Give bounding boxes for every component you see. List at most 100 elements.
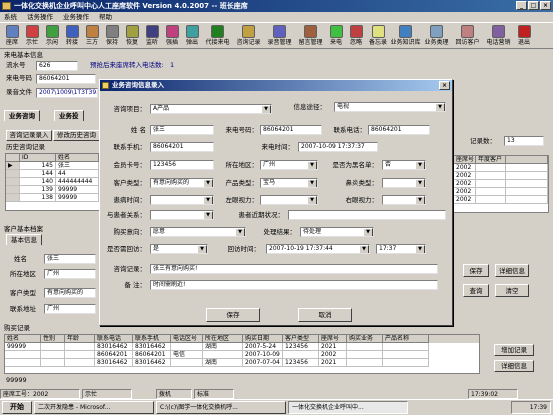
cust-type-field[interactable]: 有意向购买的 <box>44 288 96 298</box>
table-row[interactable]: 2002 <box>454 164 548 172</box>
start-button[interactable]: 开始 <box>2 401 32 414</box>
toolbar-idle-button[interactable]: 示闲 <box>42 23 62 50</box>
toolbar-barge-button[interactable]: 强插 <box>162 23 182 50</box>
menu-call-ops[interactable]: 话务操作 <box>27 12 53 22</box>
cust-address-field[interactable]: 广州 <box>44 304 96 314</box>
cust-type-select[interactable]: 有意向购买的 <box>150 178 214 188</box>
result-select[interactable]: 待处理 <box>300 227 374 237</box>
table-row[interactable]: 139 99999 <box>6 186 99 194</box>
toolbar-revisit-button[interactable]: 回访客户 <box>452 23 483 50</box>
taskbar-item-explorer[interactable]: C:\(c)\图学一体化交换机呼... <box>156 401 286 414</box>
revisit-select[interactable]: 是 <box>150 244 208 254</box>
table-row[interactable]: ▶ 145 张三 <box>6 162 99 170</box>
relation-select[interactable] <box>150 210 214 220</box>
dialog-close-button[interactable]: × <box>439 81 450 90</box>
toolbar-message-button[interactable]: 留言管理 <box>295 23 326 50</box>
toolbar-monitor-button[interactable]: 监听 <box>142 23 162 50</box>
toolbar-knowledge-button[interactable]: 业务知识库 <box>390 23 421 50</box>
illness-select[interactable] <box>150 195 214 205</box>
toolbar-incoming-button[interactable]: 来电 <box>326 23 346 50</box>
tab-business-consult[interactable]: 业务咨询 <box>4 110 40 121</box>
toolbar-recording-button[interactable]: 录音管理 <box>264 23 295 50</box>
toolbar-consult-record-button[interactable]: 咨询记录 <box>233 23 264 50</box>
toolbar-ignore-button[interactable]: 忽略 <box>346 23 366 50</box>
consult-item-select[interactable]: A产品 <box>150 104 272 114</box>
query-button[interactable]: 查询 <box>463 284 489 297</box>
purchase-detail-button[interactable]: 详细信息 <box>494 360 534 372</box>
product-type-label: 产品类型： <box>225 179 259 187</box>
right-eye-select[interactable] <box>382 195 426 205</box>
region-select[interactable]: 广州 <box>260 160 318 170</box>
close-button[interactable]: × <box>540 1 551 10</box>
note-input[interactable]: 时间需刷近! <box>150 280 438 290</box>
blacklist-select[interactable]: 否 <box>382 160 426 170</box>
cust-region-field[interactable]: 广州 <box>44 269 96 279</box>
intent-select[interactable]: 愿意 <box>150 227 246 237</box>
purchase-grid[interactable]: 姓名 性别 年龄 联系电话 联系手机 电话区号 所在地区 购买日期 客户类型 座席号 购买业务 产品名… <box>4 334 480 374</box>
table-row[interactable]: 140 444444444 <box>6 178 99 186</box>
toolbar-hold-button[interactable]: 保持 <box>102 23 122 50</box>
rhinitis-select[interactable] <box>382 178 426 188</box>
left-eye-select[interactable] <box>260 195 318 205</box>
tab-business-complaint[interactable]: 业务投 <box>54 110 84 121</box>
record-file-field[interactable]: 2007\1009\1T3T39.02\ <box>36 88 98 98</box>
menu-help[interactable]: 帮助 <box>99 12 112 22</box>
product-type-select[interactable]: 宝马 <box>260 178 318 188</box>
member-input[interactable]: 123456 <box>150 160 214 170</box>
recent-input[interactable] <box>288 210 446 220</box>
minimize-button[interactable]: _ <box>516 1 527 10</box>
tab-basic-info[interactable]: 基本信息 <box>6 234 42 245</box>
table-row[interactable]: 144 44 <box>6 170 99 178</box>
table-row[interactable]: 86064201 86064201 电信 2007-10-09 2002 <box>5 351 479 359</box>
toolbar-popup-button[interactable]: 弹出 <box>182 23 202 50</box>
table-row[interactable]: 138 99999 <box>6 194 99 202</box>
channel-select[interactable]: 电视 <box>334 102 446 112</box>
app-icon <box>2 2 11 10</box>
toolbar-threeway-button[interactable]: 三方 <box>82 23 102 50</box>
toolbar-busy-button[interactable]: 示忙 <box>22 23 42 50</box>
caller-no-field[interactable]: 86064201 <box>36 74 96 84</box>
menu-business-ops[interactable]: 业务操作 <box>63 12 89 22</box>
save-customer-button[interactable]: 保存 <box>463 264 489 277</box>
toolbar-pickup-button[interactable]: 代接来电 <box>202 23 233 50</box>
maximize-button[interactable]: □ <box>528 1 539 10</box>
clear-button[interactable]: 清空 <box>495 284 529 297</box>
toolbar-transfer-button[interactable]: 转接 <box>62 23 82 50</box>
menu-system[interactable]: 系统 <box>4 12 17 22</box>
status-ime: 标准 <box>194 389 234 399</box>
revisit-date-select[interactable]: 2007-10-19 17:37:44 <box>266 244 370 254</box>
toolbar-resume-button[interactable]: 恢复 <box>122 23 142 50</box>
taskbar-item-app[interactable]: 一体化交换机企业呼叫中... <box>288 401 408 414</box>
cust-name-field[interactable]: 张三 <box>44 254 96 264</box>
table-row[interactable]: 83016462 83016462 湖南 2007-07-04 123456 2021 <box>5 359 479 367</box>
modify-history-button[interactable]: 修改历史咨询 <box>53 130 100 141</box>
caller-input[interactable]: 86064201 <box>260 125 322 135</box>
table-row[interactable]: 99999 83016462 83016462 湖南 2007-5-24 123456 20… <box>5 343 479 351</box>
toolbar-business-button[interactable]: 业务类理 <box>421 23 452 50</box>
toolbar-exit-button[interactable]: 退出 <box>514 23 534 50</box>
toolbar-seat-button[interactable]: 座席 <box>2 23 22 50</box>
record-count-field[interactable]: 13 <box>504 136 544 146</box>
call-time-input[interactable]: 2007-10-09 17:37:37 <box>298 142 378 152</box>
detail-customer-button[interactable]: 详细信息 <box>495 264 529 277</box>
toolbar-memo-button[interactable]: 备忘录 <box>366 23 390 50</box>
table-row[interactable]: 2002 <box>454 180 548 188</box>
taskbar-item-word[interactable]: 二次开发隐患 - Microsof... <box>34 401 154 414</box>
table-row[interactable]: 2002 <box>454 188 548 196</box>
name-input[interactable]: 张三 <box>150 125 214 135</box>
phone-input[interactable]: 86064201 <box>150 142 214 152</box>
table-row[interactable]: 2002 <box>454 172 548 180</box>
contact-input[interactable]: 86064201 <box>368 125 430 135</box>
consult-entry-button[interactable]: 咨询记录录入 <box>6 130 52 141</box>
dialog-cancel-button[interactable]: 取消 <box>298 308 352 322</box>
exit-icon <box>517 25 531 38</box>
revisit-time-select[interactable]: 17:37 <box>376 244 426 254</box>
table-row[interactable]: 2002 <box>454 196 548 204</box>
history-grid[interactable]: ID 姓名 ▶ 145 张三 144 44 140 444444444 139 99999 … <box>5 153 100 211</box>
add-record-button[interactable]: 增加记录 <box>494 344 534 356</box>
toolbar-telemarketing-button[interactable]: 电话营销 <box>483 23 514 50</box>
right-record-grid[interactable]: 座席号 年度客户 2002 2002 2002 2002 2002 <box>453 155 549 213</box>
record-input[interactable]: 张三有意向购买! <box>150 264 438 274</box>
dialog-save-button[interactable]: 保存 <box>206 308 260 322</box>
flow-no-field[interactable]: 626 <box>36 61 78 71</box>
